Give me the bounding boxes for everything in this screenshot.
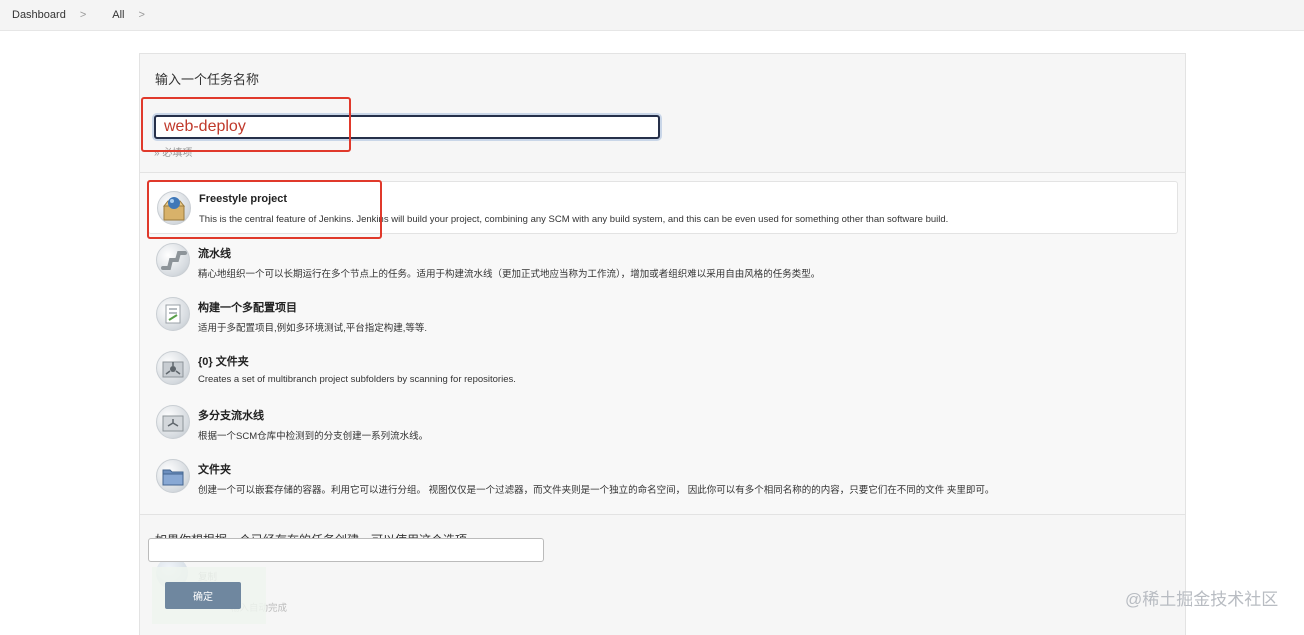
item-type-multi-config[interactable]: 构建一个多配置项目 适用于多配置项目,例如多环境测试,平台指定构建,等等.: [148, 288, 1178, 342]
multibranch-icon: [156, 405, 190, 439]
breadcrumb-all[interactable]: All: [112, 9, 124, 21]
breadcrumb-separator[interactable]: >: [139, 9, 145, 21]
item-type-list: Freestyle project This is the central fe…: [140, 181, 1185, 504]
watermark: @稀土掘金技术社区: [1125, 590, 1279, 609]
item-type-name: 文件夹: [198, 464, 231, 476]
item-type-description: 精心地组织一个可以长期运行在多个节点上的任务。适用于构建流水线（更加正式地应当称…: [198, 269, 821, 280]
package-icon: [157, 191, 191, 225]
breadcrumb-separator: >: [79, 9, 87, 21]
item-name-title: 输入一个任务名称: [155, 72, 260, 87]
item-type-org-folder[interactable]: {0} 文件夹 Creates a set of multibranch pro…: [148, 342, 1178, 396]
item-type-name: 多分支流水线: [198, 410, 264, 422]
ok-button[interactable]: 确定: [165, 582, 241, 609]
item-type-folder[interactable]: 文件夹 创建一个可以嵌套存储的容器。利用它可以进行分组。 视图仅仅是一个过滤器，…: [148, 450, 1178, 504]
item-type-name: 流水线: [198, 248, 231, 260]
item-type-description: This is the central feature of Jenkins. …: [199, 214, 949, 225]
item-type-name: Freestyle project: [199, 193, 288, 205]
multi-config-icon: [156, 297, 190, 331]
item-type-multibranch[interactable]: 多分支流水线 根据一个SCM仓库中检测到的分支创建一系列流水线。: [148, 396, 1178, 450]
org-folder-icon: [156, 351, 190, 385]
copy-from-input[interactable]: [148, 538, 544, 562]
item-name-section: 输入一个任务名称 » 必填项: [140, 54, 1185, 173]
item-type-name: {0} 文件夹: [198, 356, 249, 368]
breadcrumb-dashboard[interactable]: Dashboard: [12, 9, 66, 21]
breadcrumb: Dashboard > All >: [0, 0, 1304, 31]
item-type-description: 适用于多配置项目,例如多环境测试,平台指定构建,等等.: [198, 323, 428, 334]
required-hint: » 必填项: [154, 148, 193, 159]
item-type-name: 构建一个多配置项目: [198, 302, 297, 314]
item-type-description: 根据一个SCM仓库中检测到的分支创建一系列流水线。: [198, 431, 429, 442]
item-type-description: 创建一个可以嵌套存储的容器。利用它可以进行分组。 视图仅仅是一个过滤器，而文件夹…: [198, 485, 995, 496]
item-type-freestyle[interactable]: Freestyle project This is the central fe…: [148, 181, 1178, 234]
item-type-description: Creates a set of multibranch project sub…: [198, 374, 516, 385]
item-type-pipeline[interactable]: 流水线 精心地组织一个可以长期运行在多个节点上的任务。适用于构建流水线（更加正式…: [148, 234, 1178, 288]
folder-icon: [156, 459, 190, 493]
item-name-input[interactable]: [154, 115, 660, 139]
copy-from-section: 如果你想根据一个已经存在的任务创建，可以使用这个选项 复制 输入自动完成: [140, 514, 1185, 635]
pipeline-icon: [156, 243, 190, 277]
